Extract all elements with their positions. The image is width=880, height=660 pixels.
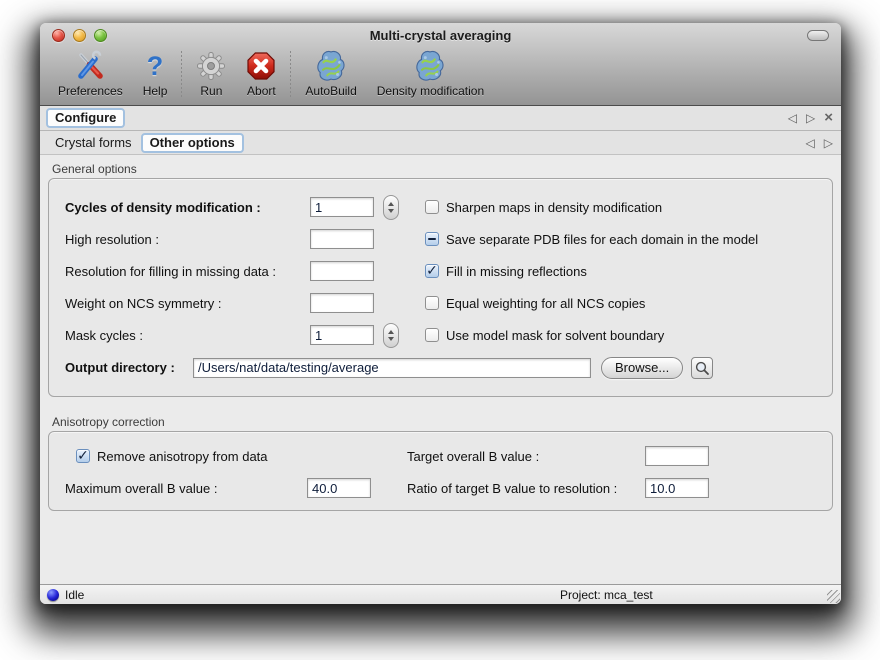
toolbar: Preferences ? Help [40, 48, 841, 105]
options-panel: General options Cycles of density modifi… [40, 155, 841, 584]
gear-icon [196, 49, 226, 83]
app-window: Multi-crystal averaging Preferences [40, 23, 841, 604]
section-title-general-options: General options [52, 162, 833, 176]
checkbox-label: Save separate PDB files for each domain … [446, 232, 758, 247]
toolbar-separator [290, 51, 291, 99]
toolbar-item-label: AutoBuild [305, 84, 356, 98]
ratio-b-resolution-input[interactable] [645, 478, 709, 498]
tab-other-options[interactable]: Other options [141, 133, 244, 153]
question-mark-icon: ? [147, 49, 164, 83]
spinner-control [383, 195, 399, 220]
tab-scroll-left-icon[interactable]: ◁ [788, 112, 797, 124]
checkbox-label: Equal weighting for all NCS copies [446, 296, 645, 311]
tab-close-icon[interactable]: × [824, 110, 833, 125]
field-label-mask-cycles: Mask cycles : [65, 328, 310, 343]
anisotropy-correction-group: Remove anisotropy from data Target overa… [48, 431, 833, 511]
output-directory-row: Output directory : Browse... [65, 356, 832, 379]
status-text: Idle [65, 588, 84, 602]
browse-button[interactable]: Browse... [601, 357, 683, 379]
toolbar-item-label: Preferences [58, 84, 123, 98]
high-resolution-input[interactable] [310, 229, 374, 249]
form-row: Maximum overall B value : Ratio of targe… [65, 477, 832, 499]
spin-down-icon[interactable] [388, 209, 394, 213]
form-row: High resolution : Save separate PDB file… [65, 228, 832, 250]
form-row: Cycles of density modification : Sharpen… [65, 196, 832, 218]
form-row: Mask cycles : Use model mask for solvent… [65, 324, 832, 346]
tab-strip-controls: ◁ ▷ × [788, 106, 833, 130]
general-options-group: Cycles of density modification : Sharpen… [48, 178, 833, 397]
max-b-value-input[interactable] [307, 478, 371, 498]
run-button[interactable]: Run [186, 48, 236, 98]
tab-scroll-right-icon[interactable]: ▷ [824, 137, 833, 149]
toolbar-item-label: Run [200, 84, 222, 98]
form-row: Remove anisotropy from data Target overa… [65, 445, 832, 467]
sub-tab-strip: Crystal forms Other options ◁ ▷ [40, 131, 841, 155]
toolbar-separator [181, 51, 182, 99]
equal-weighting-checkbox[interactable] [425, 296, 439, 310]
field-label-resolution-filling: Resolution for filling in missing data : [65, 264, 310, 279]
zoom-window-button[interactable] [94, 29, 107, 42]
project-label: Project: mca_test [560, 588, 653, 602]
traffic-lights [52, 29, 107, 42]
toolbar-item-label: Density modification [377, 84, 484, 98]
magnifier-icon [694, 360, 710, 376]
window-title: Multi-crystal averaging [40, 28, 841, 43]
status-indicator-icon [47, 589, 59, 601]
field-label-target-b-value: Target overall B value : [407, 449, 645, 464]
checkbox-label: Remove anisotropy from data [97, 449, 268, 464]
toolbar-item-label: Help [143, 84, 168, 98]
form-row: Resolution for filling in missing data :… [65, 260, 832, 282]
mask-cycles-input[interactable] [310, 325, 374, 345]
model-mask-checkbox[interactable] [425, 328, 439, 342]
tab-configure[interactable]: Configure [46, 108, 125, 128]
density-modification-button[interactable]: Density modification [367, 48, 494, 98]
sharpen-maps-checkbox[interactable] [425, 200, 439, 214]
title-bar[interactable]: Multi-crystal averaging [40, 23, 841, 48]
save-separate-pdb-checkbox[interactable] [425, 232, 439, 246]
section-title-anisotropy: Anisotropy correction [52, 415, 833, 429]
status-bar: Idle Project: mca_test [40, 584, 841, 604]
tab-crystal-forms[interactable]: Crystal forms [46, 134, 141, 152]
help-button[interactable]: ? Help [133, 48, 178, 98]
autobuild-button[interactable]: AutoBuild [295, 48, 366, 98]
weight-ncs-input[interactable] [310, 293, 374, 313]
minimize-window-button[interactable] [73, 29, 86, 42]
field-label-ratio-b-resolution: Ratio of target B value to resolution : [407, 481, 645, 496]
tab-scroll-left-icon[interactable]: ◁ [806, 137, 815, 149]
toolbar-toggle-button[interactable] [807, 30, 829, 41]
abort-button[interactable]: Abort [236, 48, 286, 98]
sub-tab-strip-controls: ◁ ▷ [806, 131, 833, 154]
remove-anisotropy-checkbox[interactable] [76, 449, 90, 463]
output-directory-input[interactable] [193, 358, 591, 378]
field-label-high-resolution: High resolution : [65, 232, 310, 247]
field-label-output-directory: Output directory : [65, 360, 193, 375]
field-label-cycles-density-modification: Cycles of density modification : [65, 200, 310, 215]
tab-scroll-right-icon[interactable]: ▷ [806, 112, 815, 124]
preferences-button[interactable]: Preferences [48, 48, 133, 98]
close-window-button[interactable] [52, 29, 65, 42]
tools-icon [74, 49, 106, 83]
toolbar-item-label: Abort [247, 84, 276, 98]
open-folder-button[interactable] [691, 357, 713, 379]
field-label-weight-ncs: Weight on NCS symmetry : [65, 296, 310, 311]
spin-up-icon[interactable] [388, 202, 394, 206]
spinner-control [383, 323, 399, 348]
window-header: Multi-crystal averaging Preferences [40, 23, 841, 106]
notebook-tab-strip: Configure ◁ ▷ × [40, 106, 841, 131]
cycles-density-modification-input[interactable] [310, 197, 374, 217]
spin-down-icon[interactable] [388, 337, 394, 341]
checkbox-label: Sharpen maps in density modification [446, 200, 662, 215]
field-label-max-b-value: Maximum overall B value : [65, 481, 307, 496]
form-row: Weight on NCS symmetry : Equal weighting… [65, 292, 832, 314]
fill-missing-reflections-checkbox[interactable] [425, 264, 439, 278]
spin-up-icon[interactable] [388, 330, 394, 334]
target-b-value-input[interactable] [645, 446, 709, 466]
protein-model-icon [415, 49, 445, 83]
checkbox-label: Fill in missing reflections [446, 264, 587, 279]
checkbox-label: Use model mask for solvent boundary [446, 328, 664, 343]
stop-icon [246, 49, 276, 83]
resize-grip[interactable] [827, 590, 840, 603]
resolution-filling-input[interactable] [310, 261, 374, 281]
protein-model-icon [316, 49, 346, 83]
